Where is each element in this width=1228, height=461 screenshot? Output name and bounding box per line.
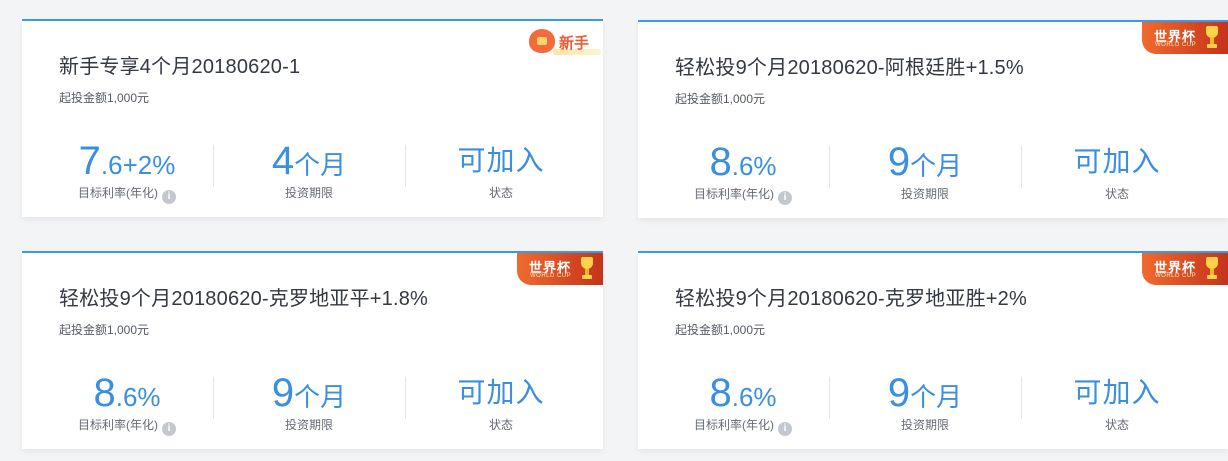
product-stats: 7.6+2% 目标利率(年化) i 4个月 投资期限 可加入 状态 [22,139,603,209]
rate-label: 目标利率(年化) i [657,185,829,205]
product-stats: 8.6% 目标利率(年化) i 9个月 投资期限 可加入 状态 [22,371,603,441]
status-stat: 可加入 状态 [405,371,597,433]
status-value[interactable]: 可加入 [405,139,597,183]
product-title[interactable]: 轻松投9个月20180620-阿根廷胜+1.5% [675,51,1024,80]
term-stat: 9个月 投资期限 [213,371,405,433]
term-label: 投资期限 [284,186,333,200]
status-stat: 可加入 状态 [1021,140,1213,202]
product-card-croatia-draw[interactable]: 世界杯 WORLD CUP 轻松投9个月20180620-克罗地亚平+1.8% … [22,251,603,449]
status-value[interactable]: 可加入 [1021,140,1213,184]
product-stats: 8.6% 目标利率(年化) i 9个月 投资期限 可加入 状态 [638,140,1219,210]
info-icon[interactable]: i [778,422,792,436]
status-label: 状态 [488,418,513,432]
info-icon[interactable]: i [162,190,176,204]
product-stats: 8.6% 目标利率(年化) i 9个月 投资期限 可加入 状态 [638,371,1219,441]
badge-subtext: WORLD CUP [1155,273,1197,279]
rate-value: 8.6% [709,371,777,415]
badge-subtext: WORLD CUP [1155,42,1197,48]
rate-label: 目标利率(年化) i [657,416,829,436]
status-label: 状态 [1104,418,1129,432]
rate-value: 8.6% [709,140,777,184]
trophy-icon [581,257,593,279]
term-label: 投资期限 [284,418,333,432]
rate-label: 目标利率(年化) i [41,184,213,204]
product-title[interactable]: 轻松投9个月20180620-克罗地亚平+1.8% [59,282,428,311]
term-stat: 9个月 投资期限 [829,140,1021,202]
status-value[interactable]: 可加入 [405,371,597,415]
info-icon[interactable]: i [162,422,176,436]
trophy-icon [1206,26,1218,48]
status-stat: 可加入 状态 [1021,371,1213,433]
min-invest-amount: 起投金额1,000元 [675,92,766,106]
status-label: 状态 [1104,187,1129,201]
piggy-bank-icon [529,29,555,53]
rate-stat: 7.6+2% 目标利率(年化) i [41,139,213,204]
product-card-argentina-win[interactable]: 世界杯 WORLD CUP 轻松投9个月20180620-阿根廷胜+1.5% 起… [638,20,1228,218]
world-cup-badge: 世界杯 WORLD CUP [517,253,603,285]
badge-subtext: WORLD CUP [530,273,572,279]
product-title[interactable]: 新手专享4个月20180620-1 [59,50,300,79]
term-label: 投资期限 [900,187,949,201]
term-value: 9个月 [887,140,963,184]
status-value[interactable]: 可加入 [1021,371,1213,415]
min-invest-amount: 起投金额1,000元 [675,323,766,337]
term-stat: 9个月 投资期限 [829,371,1021,433]
min-invest-amount: 起投金额1,000元 [59,323,150,337]
rate-stat: 8.6% 目标利率(年化) i [657,371,829,436]
info-icon[interactable]: i [778,191,792,205]
product-title[interactable]: 轻松投9个月20180620-克罗地亚胜+2% [675,282,1027,311]
term-value: 9个月 [271,371,347,415]
term-stat: 4个月 投资期限 [213,139,405,201]
min-invest-amount: 起投金额1,000元 [59,91,150,105]
status-label: 状态 [488,186,513,200]
status-stat: 可加入 状态 [405,139,597,201]
trophy-icon [1206,257,1218,279]
term-value: 4个月 [271,139,347,183]
rate-value: 8.6% [93,371,161,415]
rate-label: 目标利率(年化) i [41,416,213,436]
rate-stat: 8.6% 目标利率(年化) i [41,371,213,436]
term-label: 投资期限 [900,418,949,432]
world-cup-badge: 世界杯 WORLD CUP [1142,253,1228,285]
rate-value: 7.6+2% [78,139,176,183]
product-card-newbie-4-month[interactable]: 新手 新手专享4个月20180620-1 起投金额1,000元 7.6+2% 目… [22,19,603,217]
rate-stat: 8.6% 目标利率(年化) i [657,140,829,205]
world-cup-badge: 世界杯 WORLD CUP [1142,22,1228,54]
product-card-croatia-win[interactable]: 世界杯 WORLD CUP 轻松投9个月20180620-克罗地亚胜+2% 起投… [638,251,1228,449]
term-value: 9个月 [887,371,963,415]
newbie-badge: 新手 [523,23,603,61]
badge-text: 新手 [559,35,590,52]
